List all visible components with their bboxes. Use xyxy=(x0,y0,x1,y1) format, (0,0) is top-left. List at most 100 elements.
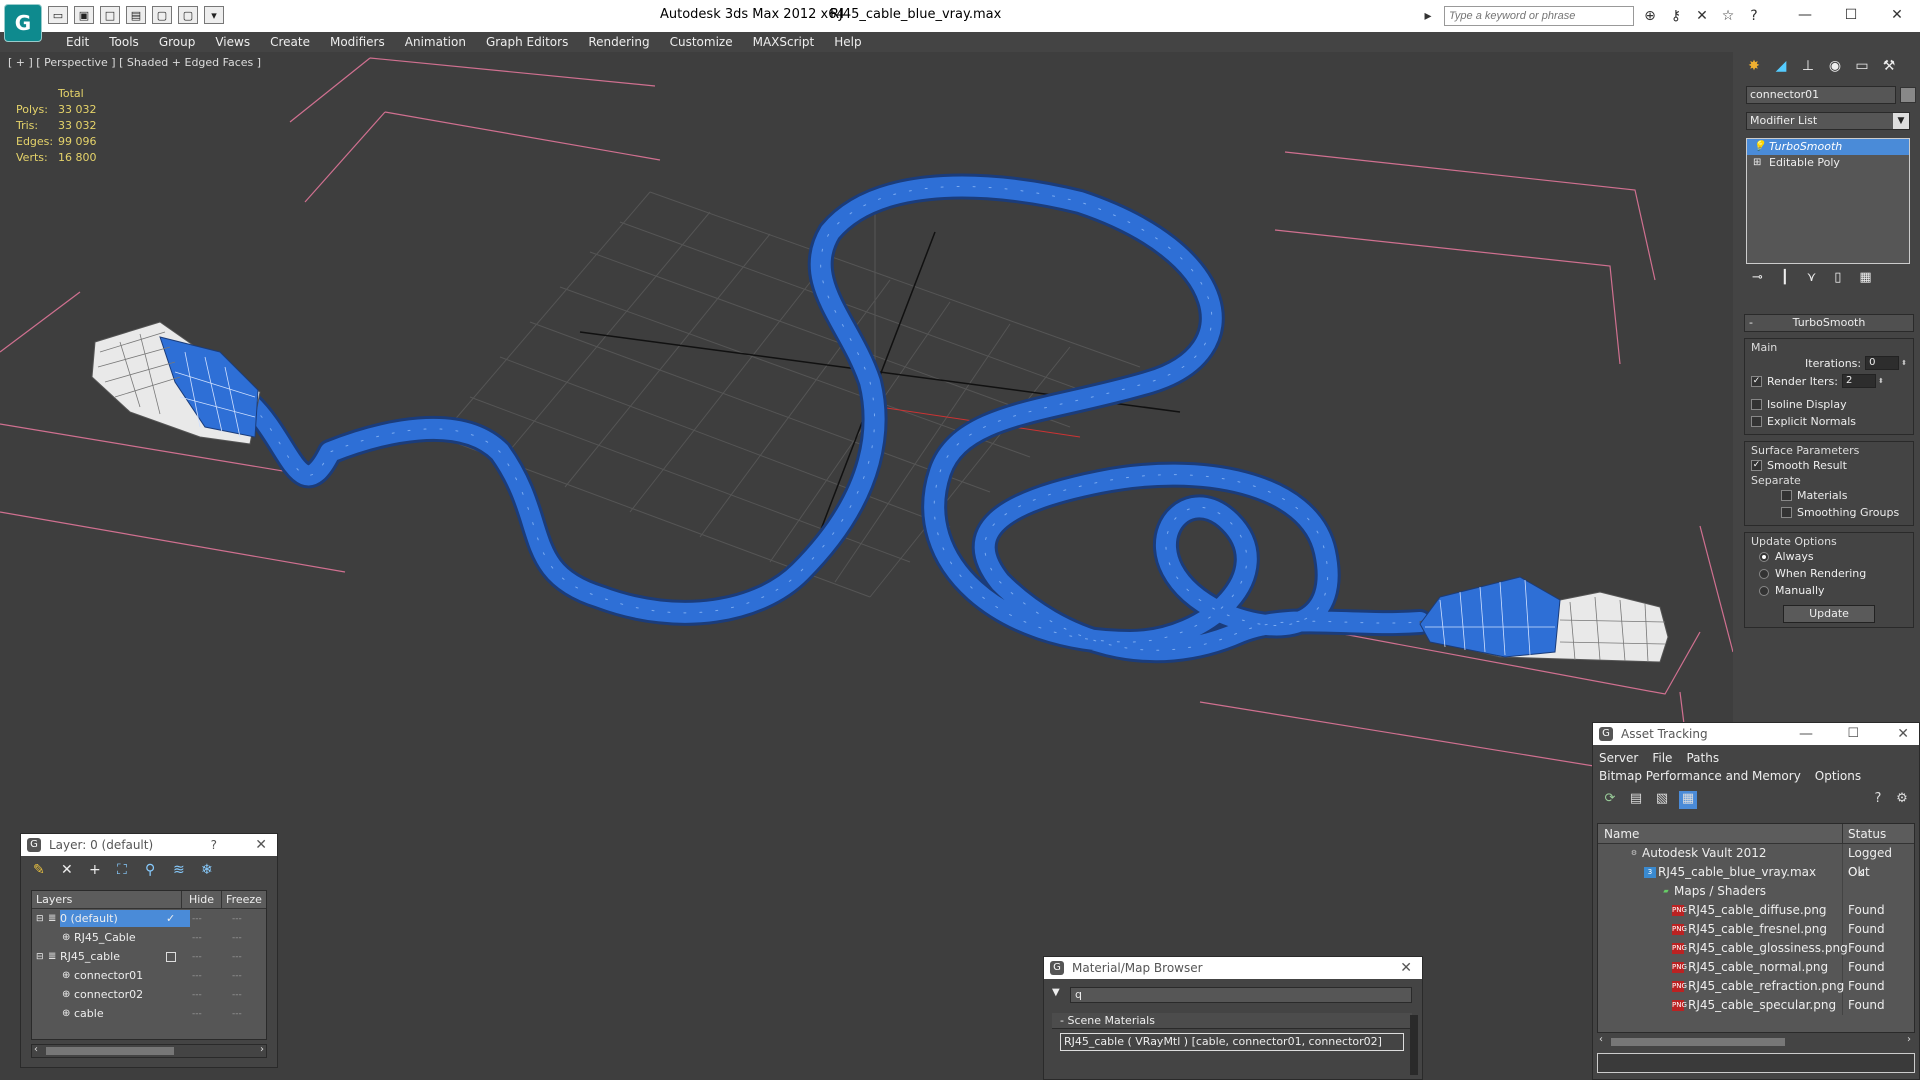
rollout-header[interactable]: - TurboSmooth xyxy=(1744,314,1914,332)
menu-maxscript[interactable]: MAXScript xyxy=(743,32,825,52)
undo-icon[interactable]: ▢ xyxy=(152,6,172,24)
hold-icon[interactable]: ▤ xyxy=(126,6,146,24)
dropdown-arrow-icon[interactable]: ▾ xyxy=(204,6,224,24)
menu-tools[interactable]: Tools xyxy=(99,32,149,52)
always-radio[interactable] xyxy=(1759,551,1769,562)
favorites-star-icon[interactable]: ☆ xyxy=(1718,8,1738,24)
menu-views[interactable]: Views xyxy=(205,32,260,52)
collapse-icon[interactable]: ⊟ xyxy=(36,952,48,962)
lightbulb-icon[interactable]: 💡 xyxy=(1753,139,1765,155)
col-hide[interactable]: Hide xyxy=(182,891,222,908)
menu-bitmap-performance[interactable]: Bitmap Performance and Memory xyxy=(1599,769,1801,783)
scroll-thumb[interactable] xyxy=(46,1047,174,1055)
table-row[interactable]: ▰ Maps / Shaders xyxy=(1598,882,1914,901)
asset-path-field[interactable] xyxy=(1597,1053,1915,1073)
manually-radio[interactable] xyxy=(1759,585,1769,596)
menu-animation[interactable]: Animation xyxy=(395,32,476,52)
object-name-field[interactable]: connector01 xyxy=(1746,86,1896,104)
create-layer-icon[interactable]: ✎ xyxy=(33,862,51,878)
render-iters-checkbox[interactable]: ✓ xyxy=(1751,375,1762,387)
search-by-name-input[interactable]: q xyxy=(1070,987,1412,1003)
binoculars-icon[interactable]: ⊕ xyxy=(1640,8,1660,24)
list-view-icon[interactable]: ▤ xyxy=(1627,791,1645,809)
layer-row[interactable]: ⊕ connector02 --- --- xyxy=(32,985,266,1004)
expand-plus-icon[interactable]: ⊞ xyxy=(1753,155,1761,171)
update-button[interactable]: Update xyxy=(1783,605,1875,623)
make-unique-icon[interactable]: ⋎ xyxy=(1807,270,1817,285)
table-row[interactable]: PNG RJ45_cable_specular.png Found xyxy=(1598,996,1914,1015)
maximize-icon[interactable]: ☐ xyxy=(1828,0,1874,30)
remove-modifier-icon[interactable]: ▯ xyxy=(1834,270,1841,285)
menu-options[interactable]: Options xyxy=(1815,769,1861,783)
select-objects-icon[interactable]: ⛶ xyxy=(117,862,135,878)
expand-arrow-icon[interactable]: ▸ xyxy=(1418,8,1438,24)
layer-row[interactable]: ⊕ RJ45_Cable --- --- xyxy=(32,928,266,947)
menu-paths[interactable]: Paths xyxy=(1686,751,1719,765)
col-freeze[interactable]: Freeze xyxy=(222,891,266,908)
isoline-display-checkbox[interactable] xyxy=(1751,399,1762,410)
help-icon[interactable]: ? xyxy=(211,834,217,856)
layer-row[interactable]: ⊕ connector01 --- --- xyxy=(32,966,266,985)
table-row[interactable]: PNG RJ45_cable_fresnel.png Found xyxy=(1598,920,1914,939)
menu-help[interactable]: Help xyxy=(824,32,871,52)
scroll-thumb[interactable] xyxy=(1611,1038,1785,1046)
close-icon[interactable]: ✕ xyxy=(1400,957,1412,979)
material-item[interactable]: RJ45_cable ( VRayMtl ) [cable, connector… xyxy=(1060,1033,1404,1051)
save-file-icon[interactable]: ▣ xyxy=(74,6,94,24)
refresh-icon[interactable]: ⟳ xyxy=(1601,791,1619,809)
materials-checkbox[interactable] xyxy=(1781,490,1792,501)
add-to-layer-icon[interactable]: + xyxy=(89,862,107,878)
minimize-icon[interactable]: — xyxy=(1782,0,1828,30)
object-color-swatch[interactable] xyxy=(1900,87,1916,103)
close-icon[interactable]: ✕ xyxy=(255,834,267,856)
iterations-spinner[interactable]: 0 xyxy=(1865,356,1900,370)
key-icon[interactable]: ⚷ xyxy=(1666,8,1686,24)
motion-tab-icon[interactable]: ◉ xyxy=(1825,56,1845,76)
utilities-tab-icon[interactable]: ⚒ xyxy=(1879,56,1899,76)
highlight-layer-icon[interactable]: ⚲ xyxy=(145,862,163,878)
new-scene-icon[interactable]: □ xyxy=(100,6,120,24)
table-row[interactable]: PNG RJ45_cable_diffuse.png Found xyxy=(1598,901,1914,920)
layer-row[interactable]: ⊟ ≣ RJ45_cable --- --- xyxy=(32,947,266,966)
menu-rendering[interactable]: Rendering xyxy=(578,32,659,52)
redo-icon[interactable]: ▢ xyxy=(178,6,198,24)
menu-edit[interactable]: Edit xyxy=(56,32,99,52)
help-icon[interactable]: ? xyxy=(1744,8,1764,24)
hierarchy-tab-icon[interactable]: ⊥ xyxy=(1798,56,1818,76)
application-menu-button[interactable]: G xyxy=(4,4,42,42)
close-icon[interactable]: ✕ xyxy=(1897,723,1909,745)
table-row[interactable]: ⚙ Autodesk Vault 2012 Logged Out xyxy=(1598,844,1914,879)
open-file-icon[interactable]: ▭ xyxy=(48,6,68,24)
scroll-right-icon[interactable]: › xyxy=(1907,1034,1911,1045)
close-icon[interactable]: ✕ xyxy=(1874,0,1920,30)
vault-settings-icon[interactable]: ⚙ xyxy=(1893,791,1911,809)
stack-item-editable-poly[interactable]: ⊞ Editable Poly xyxy=(1747,155,1909,171)
smooth-result-checkbox[interactable]: ✓ xyxy=(1751,460,1762,471)
modifier-stack[interactable]: 💡 TurboSmooth ⊞ Editable Poly xyxy=(1746,138,1910,264)
spinner-arrows-icon[interactable]: ⬍ xyxy=(1878,377,1884,385)
table-view-icon[interactable]: ▦ xyxy=(1679,791,1697,809)
pin-stack-icon[interactable]: ⊸ xyxy=(1752,270,1763,285)
hide-all-layers-icon[interactable]: ≋ xyxy=(173,862,191,878)
when-rendering-radio[interactable] xyxy=(1759,568,1769,579)
layer-row[interactable]: ⊟ ≣ 0 (default) ✓ --- --- xyxy=(32,909,266,928)
menu-customize[interactable]: Customize xyxy=(660,32,743,52)
explicit-normals-checkbox[interactable] xyxy=(1751,416,1762,427)
menu-server[interactable]: Server xyxy=(1599,751,1638,765)
material-browser-titlebar[interactable]: G Material/Map Browser ✕ xyxy=(1044,957,1422,979)
horizontal-scrollbar[interactable]: ‹ › xyxy=(1597,1034,1915,1049)
layer-window-titlebar[interactable]: G Layer: 0 (default) ? ✕ xyxy=(21,834,277,856)
render-iters-spinner[interactable]: 2 xyxy=(1841,374,1876,388)
stack-item-turbosmooth[interactable]: 💡 TurboSmooth xyxy=(1747,139,1909,155)
modify-tab-icon[interactable]: ◢ xyxy=(1771,56,1791,76)
menu-file[interactable]: File xyxy=(1652,751,1672,765)
col-name[interactable]: Name xyxy=(1598,824,1843,843)
table-row[interactable]: PNG RJ45_cable_glossiness.png Found xyxy=(1598,939,1914,958)
table-row[interactable]: PNG RJ45_cable_refraction.png Found xyxy=(1598,977,1914,996)
spinner-arrows-icon[interactable]: ⬍ xyxy=(1901,359,1907,367)
delete-layer-icon[interactable]: ✕ xyxy=(61,862,79,878)
scroll-left-icon[interactable]: ‹ xyxy=(34,1044,38,1055)
minimize-icon[interactable]: — xyxy=(1799,723,1813,745)
search-input[interactable] xyxy=(1444,6,1634,26)
table-row[interactable]: 3 RJ45_cable_blue_vray.max Ok xyxy=(1598,863,1914,882)
